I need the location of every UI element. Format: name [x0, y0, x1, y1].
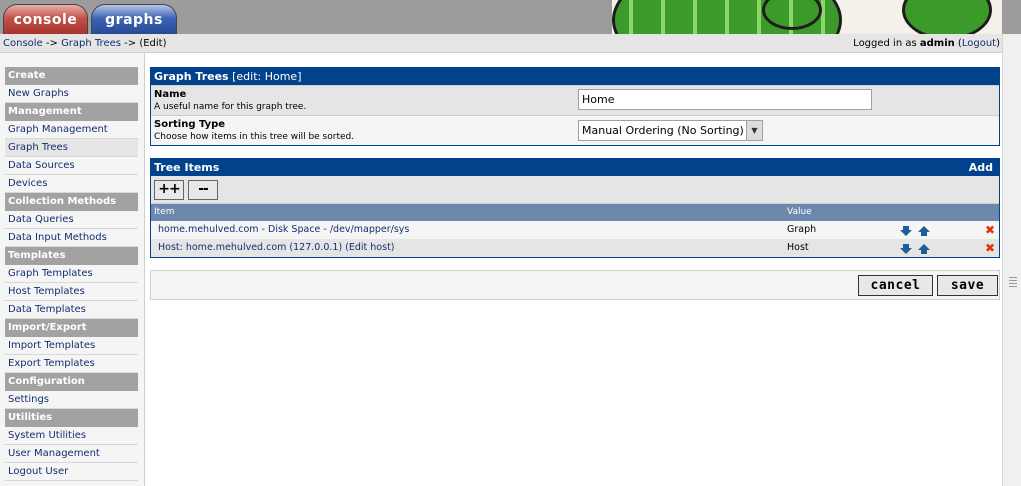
tree-item-link[interactable]: home.mehulved.com - Disk Space - /dev/ma… [158, 221, 409, 239]
table-row: home.mehulved.com - Disk Space - /dev/ma… [151, 221, 999, 239]
tree-items-title: Tree Items Add [151, 159, 999, 176]
logout-link[interactable]: Logout [962, 38, 996, 49]
cancel-button[interactable]: cancel [858, 275, 933, 296]
form-actions: cancel save [150, 270, 1000, 300]
sidebar-item-settings[interactable]: Settings [5, 391, 138, 409]
panel-title: Graph Trees [edit: Home] [151, 68, 999, 85]
sidebar-item-import-templates[interactable]: Import Templates [5, 337, 138, 355]
sidebar-item-host-templates[interactable]: Host Templates [5, 283, 138, 301]
tree-items-title-text: Tree Items [154, 161, 220, 174]
login-paren-close: ) [996, 38, 1000, 49]
sidebar-item-data-templates[interactable]: Data Templates [5, 301, 138, 319]
sorting-field-row: Sorting Type Choose how items in this tr… [151, 115, 999, 145]
sorting-description: Choose how items in this tree will be so… [154, 132, 355, 142]
tree-item-value: Host [787, 242, 809, 253]
tree-item-link[interactable]: Host: home.mehulved.com (127.0.0.1) (Edi… [158, 239, 395, 257]
sidebar-item-system-utilities[interactable]: System Utilities [5, 427, 138, 445]
sidebar-item-graph-management[interactable]: Graph Management [5, 121, 138, 139]
column-header-value: Value [787, 207, 812, 217]
sidebar-item-data-sources[interactable]: Data Sources [5, 157, 138, 175]
arrow-up-icon[interactable] [918, 243, 930, 254]
table-row: Host: home.mehulved.com (127.0.0.1) (Edi… [151, 239, 999, 257]
sidebar-section-templates: Templates [5, 247, 138, 265]
sidebar-section-create: Create [5, 67, 138, 85]
sidebar-item-data-input-methods[interactable]: Data Input Methods [5, 229, 138, 247]
name-label: Name [154, 89, 187, 100]
name-description: A useful name for this graph tree. [154, 102, 307, 112]
add-tree-item-link[interactable]: Add [969, 159, 993, 176]
sidebar-item-new-graphs[interactable]: New Graphs [5, 85, 138, 103]
cactus-logo [612, 0, 1002, 34]
vertical-scrollbar[interactable] [1002, 34, 1021, 486]
sidebar-section-collection-methods: Collection Methods [5, 193, 138, 211]
tree-toolbar: ++ -- [151, 176, 999, 204]
arrow-down-icon[interactable] [900, 225, 912, 236]
sidebar-item-export-templates[interactable]: Export Templates [5, 355, 138, 373]
panel-title-text: Graph Trees [154, 70, 229, 83]
tree-table-header: Item Value [151, 204, 999, 221]
login-paren-open: ( [954, 38, 962, 49]
login-prefix: Logged in as [853, 38, 920, 49]
main-content: Graph Trees [edit: Home] Name A useful n… [150, 67, 1000, 300]
arrow-up-icon[interactable] [918, 225, 930, 236]
tab-graphs[interactable]: graphs [91, 4, 177, 34]
sidebar-menu: Create New Graphs Management Graph Manageme… [5, 67, 138, 481]
sidebar-item-devices[interactable]: Devices [5, 175, 138, 193]
sidebar-section-configuration: Configuration [5, 373, 138, 391]
sorting-label: Sorting Type [154, 119, 226, 130]
breadcrumb-current: (Edit) [139, 38, 167, 49]
breadcrumb-graph-trees-link[interactable]: Graph Trees [61, 38, 121, 49]
tab-console[interactable]: console [3, 4, 88, 34]
delete-x-icon[interactable]: ✖ [985, 239, 995, 257]
collapse-all-button[interactable]: -- [188, 180, 218, 200]
tree-item-value: Graph [787, 224, 817, 235]
sidebar-item-graph-templates[interactable]: Graph Templates [5, 265, 138, 283]
login-username: admin [919, 38, 955, 49]
tree-items-panel: Tree Items Add ++ -- Item Value home.meh… [150, 158, 1000, 258]
breadcrumb-separator: -> [120, 38, 140, 49]
tree-table-body: home.mehulved.com - Disk Space - /dev/ma… [151, 221, 999, 257]
panel-subtitle: [edit: Home] [228, 70, 302, 83]
name-input[interactable] [578, 89, 872, 110]
sidebar: Create New Graphs Management Graph Manageme… [0, 53, 145, 486]
top-header: console graphs [0, 0, 1021, 34]
column-header-item: Item [154, 207, 175, 217]
sidebar-item-logout-user[interactable]: Logout User [5, 463, 138, 481]
breadcrumb-console-link[interactable]: Console [3, 38, 43, 49]
expand-all-button[interactable]: ++ [154, 180, 184, 200]
sidebar-item-data-queries[interactable]: Data Queries [5, 211, 138, 229]
breadcrumb-bar: Console -> Graph Trees -> (Edit) Logged … [0, 34, 1002, 53]
sidebar-section-import-export: Import/Export [5, 319, 138, 337]
name-field-row: Name A useful name for this graph tree. [151, 85, 999, 115]
sidebar-section-utilities: Utilities [5, 409, 138, 427]
sidebar-item-user-management[interactable]: User Management [5, 445, 138, 463]
chevron-down-icon[interactable]: ▼ [746, 121, 762, 140]
login-status: Logged in as admin (Logout) [853, 34, 1000, 53]
sorting-type-select[interactable]: Manual Ordering (No Sorting) ▼ [578, 120, 763, 141]
sidebar-section-management: Management [5, 103, 138, 121]
scrollbar-grip[interactable] [1009, 277, 1017, 287]
graph-tree-edit-panel: Graph Trees [edit: Home] Name A useful n… [150, 67, 1000, 146]
sidebar-item-graph-trees[interactable]: Graph Trees [5, 139, 138, 157]
delete-x-icon[interactable]: ✖ [985, 221, 995, 239]
save-button[interactable]: save [937, 275, 998, 296]
breadcrumb: Console -> Graph Trees -> (Edit) [3, 34, 167, 53]
sorting-selected-value: Manual Ordering (No Sorting) [582, 124, 744, 137]
arrow-down-icon[interactable] [900, 243, 912, 254]
breadcrumb-separator: -> [42, 38, 62, 49]
